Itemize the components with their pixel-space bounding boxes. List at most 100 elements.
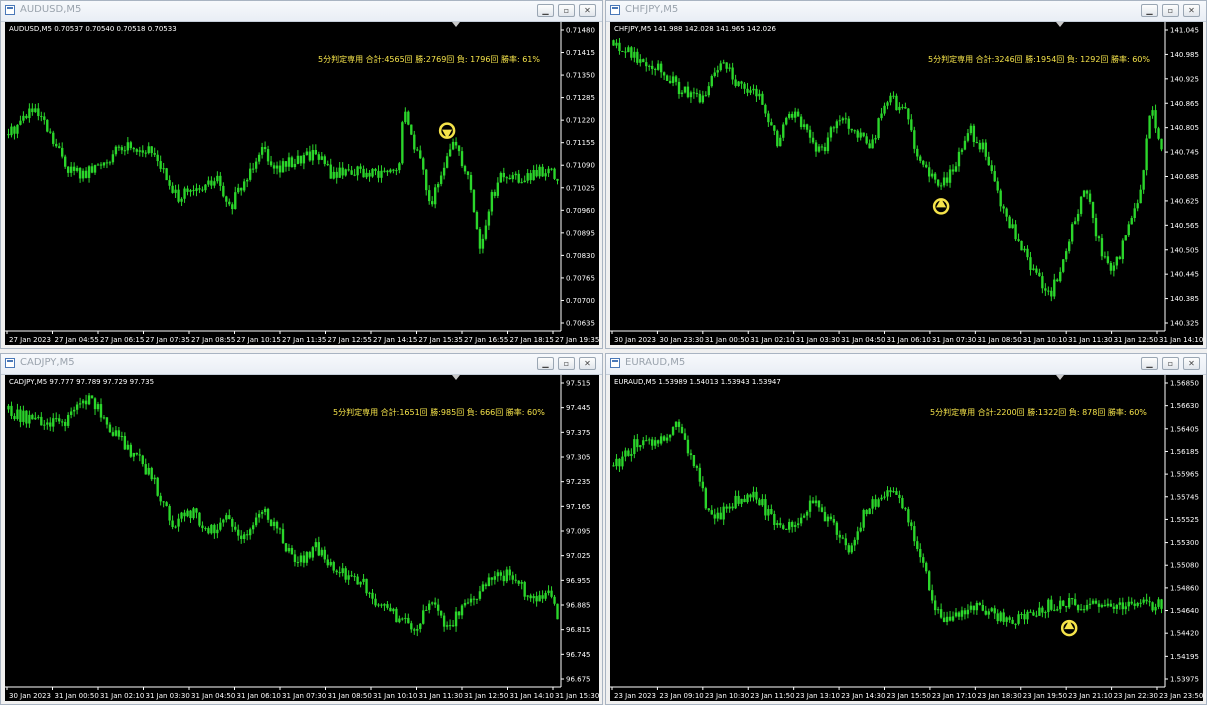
chart-shift-marker[interactable] <box>1056 22 1064 27</box>
candle-body <box>942 617 946 622</box>
minimize-icon[interactable]: ▁ <box>537 4 554 17</box>
x-tick-label: 31 Jan 07:30 <box>282 692 326 700</box>
candle-body <box>960 149 964 152</box>
candle-body <box>948 616 952 621</box>
candle-body <box>278 528 282 530</box>
candle-body <box>656 63 660 70</box>
price-chart[interactable]: 1.56850 1.56630 1.56405 1.56185 1.55965 1.557… <box>610 375 1203 701</box>
candle-body <box>939 185 943 187</box>
candle-body <box>126 142 130 151</box>
candle-body <box>52 418 55 427</box>
candle-body <box>627 450 630 456</box>
candle-body <box>90 395 94 399</box>
chart-shift-marker[interactable] <box>452 22 460 27</box>
candle-body <box>108 424 112 433</box>
candle-body <box>796 111 800 117</box>
candle-body <box>380 170 383 178</box>
minimize-icon[interactable]: ▁ <box>537 357 554 370</box>
candle-body <box>686 86 690 98</box>
maximize-icon[interactable]: ▫ <box>1162 357 1179 370</box>
candle-body <box>61 147 64 157</box>
candle-body <box>1056 609 1059 611</box>
candle-body <box>102 162 106 166</box>
candle-body <box>442 167 446 176</box>
close-icon[interactable]: ✕ <box>1183 4 1200 17</box>
candle-body <box>698 93 702 103</box>
candle-body <box>966 609 970 615</box>
chart-window-audusd[interactable]: AUDUSD,M5 ▁ ▫ ✕ 0.71480 0.71415 0.71350 0.7… <box>0 0 603 349</box>
window-titlebar[interactable]: CHFJPY,M5 ▁ ▫ ✕ <box>606 1 1206 22</box>
candle-body <box>317 542 320 556</box>
candle-body <box>659 436 663 444</box>
candle-body <box>43 116 46 120</box>
candle-body <box>928 571 931 591</box>
candle-body <box>410 623 413 630</box>
minimize-icon[interactable]: ▁ <box>1141 4 1158 17</box>
candle-body <box>392 169 395 171</box>
candle-body <box>945 177 949 183</box>
candle-body <box>195 508 198 513</box>
candle-body <box>1020 614 1023 616</box>
maximize-icon[interactable]: ▫ <box>1162 4 1179 17</box>
candle-body <box>668 80 672 84</box>
close-icon[interactable]: ✕ <box>579 4 596 17</box>
candle-body <box>293 554 297 563</box>
candle-body <box>722 62 725 64</box>
chart-window-euraud[interactable]: EURAUD,M5 ▁ ▫ ✕ 1.56850 1.56630 1.56405 1.5… <box>605 353 1207 705</box>
candle-body <box>1124 606 1127 610</box>
candle-body <box>472 189 476 213</box>
chart-shift-marker[interactable] <box>1056 375 1064 380</box>
candle-body <box>389 607 392 612</box>
maximize-icon[interactable]: ▫ <box>558 4 575 17</box>
candle-body <box>922 557 925 563</box>
window-titlebar[interactable]: CADJPY,M5 ▁ ▫ ✕ <box>1 354 602 375</box>
y-tick-label: 0.70700 <box>566 297 595 305</box>
candle-body <box>514 173 517 176</box>
close-icon[interactable]: ✕ <box>579 357 596 370</box>
candle-body <box>1103 605 1107 607</box>
candle-body <box>490 192 494 212</box>
candle-body <box>180 198 183 202</box>
candle-body <box>1008 216 1011 229</box>
candle-body <box>323 549 326 560</box>
candle-body <box>508 569 511 576</box>
candle-body <box>102 417 106 419</box>
candle-body <box>1008 617 1011 620</box>
candle-body <box>993 171 996 182</box>
chart-shift-marker[interactable] <box>452 375 460 380</box>
candle-body <box>749 494 752 498</box>
maximize-icon[interactable]: ▫ <box>558 357 575 370</box>
candle-body <box>481 238 485 249</box>
candle-body <box>526 173 529 181</box>
candle-body <box>10 126 13 136</box>
candle-body <box>1014 224 1017 240</box>
minimize-icon[interactable]: ▁ <box>1141 357 1158 370</box>
close-icon[interactable]: ✕ <box>1183 357 1200 370</box>
y-tick-label: 96.885 <box>566 602 591 610</box>
candle-body <box>692 455 696 467</box>
candle-body <box>272 521 276 527</box>
candle-body <box>972 605 976 611</box>
candle-body <box>642 440 645 446</box>
chart-window-chfjpy[interactable]: CHFJPY,M5 ▁ ▫ ✕ 141.045 140.985 140.925 140… <box>605 0 1207 349</box>
x-tick-label: 23 Jan 18:30 <box>977 692 1021 700</box>
candle-body <box>1160 599 1163 609</box>
chart-window-cadjpy[interactable]: CADJPY,M5 ▁ ▫ ✕ 97.515 97.445 97.375 97.305… <box>0 353 603 705</box>
candle-body <box>683 86 687 93</box>
candle-body <box>1151 602 1154 611</box>
window-titlebar[interactable]: EURAUD,M5 ▁ ▫ ✕ <box>606 354 1206 375</box>
symbol-quote-line: CHFJPY,M5 141.988 142.028 141.965 142.02… <box>614 25 776 33</box>
price-chart[interactable]: 141.045 140.985 140.925 140.865 140.805 140.7… <box>610 22 1203 345</box>
x-tick-label: 23 Jan 15:50 <box>887 692 931 700</box>
candle-body <box>439 175 443 184</box>
window-title: CHFJPY,M5 <box>625 4 679 15</box>
candle-body <box>707 86 710 96</box>
price-chart[interactable]: 0.71480 0.71415 0.71350 0.71285 0.71220 0.711… <box>5 22 599 345</box>
price-chart[interactable]: 97.515 97.445 97.375 97.305 97.235 97.165 97.0… <box>5 375 599 701</box>
candle-body <box>975 602 979 611</box>
candle-body <box>287 157 291 167</box>
candle-body <box>639 445 642 448</box>
window-titlebar[interactable]: AUDUSD,M5 ▁ ▫ ✕ <box>1 1 602 22</box>
candles-group <box>7 392 559 637</box>
candle-body <box>416 149 419 151</box>
